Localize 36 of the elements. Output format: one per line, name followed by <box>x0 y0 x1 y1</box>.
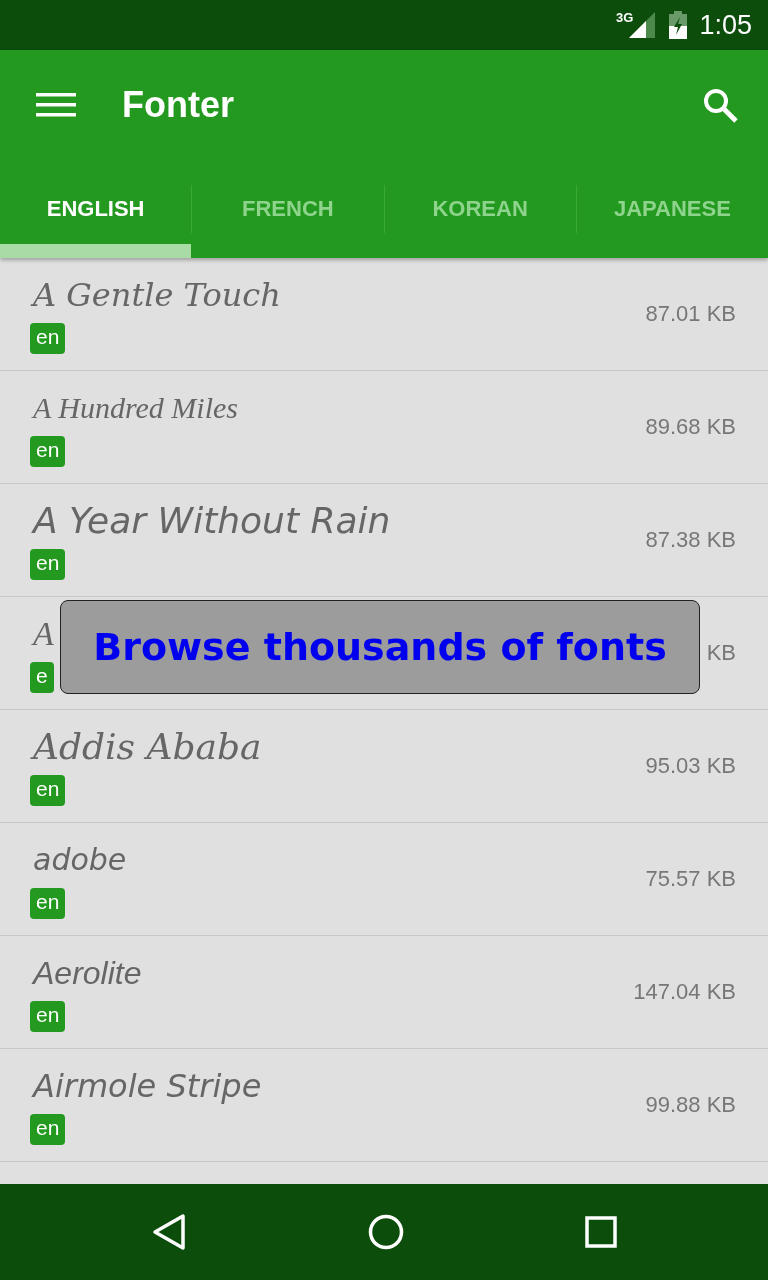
promo-banner: Browse thousands of fonts <box>60 600 700 694</box>
tab[interactable]: KOREAN <box>384 160 576 258</box>
font-name: A Hundred Miles <box>33 389 238 426</box>
language-badge: en <box>30 1000 66 1032</box>
menu-icon[interactable] <box>36 93 76 117</box>
file-size: 95.03 KB <box>645 753 736 779</box>
tab[interactable]: FRENCH <box>192 160 384 258</box>
file-size: 87.38 KB <box>645 527 736 553</box>
search-icon[interactable] <box>702 87 738 123</box>
file-size: 75.57 KB <box>645 866 736 892</box>
file-size: 99.88 KB <box>645 1092 736 1118</box>
font-name: Airmole Stripe <box>33 1065 262 1106</box>
recents-icon[interactable] <box>585 1216 618 1248</box>
tab[interactable]: ENGLISH <box>0 160 192 258</box>
language-badge: en <box>30 1113 66 1145</box>
language-badge: en <box>30 548 66 580</box>
font-name: A Year Without Rain <box>33 500 391 541</box>
clock-time: 1:05 <box>699 9 752 41</box>
language-badge: en <box>30 887 66 919</box>
file-size: 89.68 KB <box>645 414 736 440</box>
back-icon[interactable] <box>150 1213 187 1251</box>
battery-icon <box>669 11 688 39</box>
language-badge: en <box>30 322 66 354</box>
home-icon[interactable] <box>368 1214 404 1250</box>
language-badge: en <box>30 435 66 467</box>
font-name: Aerolite <box>33 953 142 993</box>
file-size: KB <box>706 640 736 666</box>
font-name: A <box>33 613 54 654</box>
font-name: adobe <box>33 840 127 879</box>
app-title: Fonter <box>122 84 235 126</box>
language-badge: en <box>30 774 66 806</box>
file-size: 147.04 KB <box>633 979 736 1005</box>
language-badge: e <box>30 661 54 693</box>
network-label: 3G <box>616 10 634 25</box>
file-size: 87.01 KB <box>645 301 736 327</box>
tab[interactable]: JAPANESE <box>576 160 768 258</box>
